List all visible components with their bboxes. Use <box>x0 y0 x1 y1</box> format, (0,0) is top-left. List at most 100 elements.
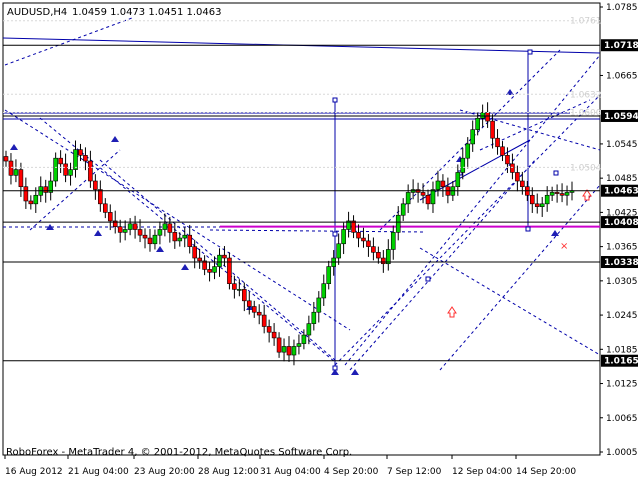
candle-bear <box>529 194 535 205</box>
y-tick-label: 1.0065 <box>606 414 638 424</box>
candle-bull <box>400 203 406 216</box>
candle-bear <box>376 252 381 259</box>
y-tick-label: 1.0365 <box>606 243 638 253</box>
candle-bear <box>559 193 565 196</box>
candle-bear <box>107 212 113 222</box>
candle-bear <box>43 186 49 193</box>
candle-bear <box>167 223 173 233</box>
candle-bear <box>98 189 103 205</box>
candle-bull <box>326 266 332 284</box>
candle-bull <box>127 223 133 230</box>
anchor-marker <box>332 97 338 103</box>
candle-bear <box>356 232 361 239</box>
candle-bull <box>73 149 78 170</box>
candle-bear <box>361 237 366 242</box>
faded-level-label: 1.0600 <box>570 109 602 119</box>
candle-bear <box>18 169 24 188</box>
candle-bull <box>157 229 163 236</box>
candle-bull <box>13 169 19 176</box>
candle-bear <box>420 192 426 196</box>
anchor-marker <box>525 226 531 232</box>
anchor-marker <box>332 231 338 237</box>
candle-bull <box>480 112 485 119</box>
candle-bull <box>53 157 58 182</box>
y-tick-label: 1.0305 <box>606 277 638 287</box>
candle-bear <box>63 163 68 176</box>
candle-bear <box>172 232 178 242</box>
level-label: 1.0718 <box>604 41 639 51</box>
candle-bull <box>405 192 411 205</box>
candle-bear <box>88 160 93 182</box>
x-tick-label: 31 Aug 04:00 <box>260 467 321 477</box>
faded-level-label: 1.0504 <box>570 163 602 173</box>
candle-bear <box>78 149 83 156</box>
y-tick-label: 1.0005 <box>606 448 638 458</box>
candle-bull <box>152 234 158 245</box>
candle-bear <box>137 229 143 236</box>
candle-bear <box>515 172 520 182</box>
candle-bull <box>296 343 302 347</box>
candle-bear <box>505 155 510 165</box>
candle-bear <box>232 283 237 290</box>
candle-bull <box>301 334 307 344</box>
x-tick-label: 12 Sep 04:00 <box>452 467 512 477</box>
anchor-marker <box>553 170 559 176</box>
candle-bull <box>177 237 183 242</box>
candle-bear <box>251 306 257 313</box>
x-tick-label: 28 Aug 12:00 <box>198 467 259 477</box>
candle-bull <box>455 172 461 188</box>
candle-bear <box>495 137 500 148</box>
level-label: 1.0165 <box>604 357 639 367</box>
candle-bull <box>281 346 287 353</box>
candle-bull <box>33 194 39 205</box>
candle-bull <box>430 189 436 205</box>
candle-bull <box>465 143 471 159</box>
candle-bull <box>390 232 396 250</box>
candle-bull <box>539 203 545 207</box>
candle-bear <box>271 331 277 339</box>
candle-bull <box>564 192 570 196</box>
candle-bear <box>242 289 247 302</box>
candle-bear <box>381 257 386 265</box>
x-tick-label: 4 Sep 20:00 <box>324 467 379 477</box>
x-axis: 16 Aug 2012 21 Aug 04:00 23 Aug 20:00 28 Au… <box>4 455 576 477</box>
candle-bear <box>534 203 540 207</box>
candle-bear <box>93 180 98 190</box>
candle-bull <box>182 234 188 239</box>
candle-bear <box>286 346 292 356</box>
candle-bear <box>351 220 356 233</box>
level-label: 1.0594 <box>604 112 639 122</box>
chart-header-symbol: AUDUSD,H4 <box>7 7 67 18</box>
candle-bear <box>371 246 376 253</box>
candle-bull <box>122 229 128 233</box>
candle-bear <box>28 200 34 205</box>
candle-bear <box>187 234 193 247</box>
anchor-marker <box>425 276 431 282</box>
candle-bear <box>58 157 63 165</box>
candle-bull <box>549 192 555 196</box>
candle-bull <box>336 243 341 259</box>
candle-bear <box>197 257 202 262</box>
y-tick-label: 1.0485 <box>606 174 638 184</box>
candle-bear <box>83 155 88 162</box>
candle-bear <box>102 203 108 213</box>
candle-bear <box>256 311 262 316</box>
chart-root: AUDUSD,H4 1.0459 1.0473 1.0451 1.0463 Ro… <box>0 0 640 480</box>
level-label: 1.0408 <box>604 218 639 228</box>
candle-bear <box>261 314 267 327</box>
faded-level-label: 1.0632 <box>570 90 602 100</box>
candle-bull <box>544 194 550 205</box>
candle-bull <box>435 180 441 190</box>
candle-bear <box>276 337 282 353</box>
candle-bull <box>68 169 73 176</box>
chart-header-ohlc: 1.0459 1.0473 1.0451 1.0463 <box>72 7 222 18</box>
candle-bull <box>237 289 242 291</box>
faded-level-label: 1.0761 <box>570 17 602 27</box>
candle-bear <box>440 180 446 188</box>
candle-bull <box>291 346 297 356</box>
y-tick-label: 1.0425 <box>606 208 638 218</box>
x-tick-label: 14 Sep 20:00 <box>516 467 576 477</box>
candle-bear <box>425 194 431 205</box>
candle-bear <box>23 186 29 202</box>
x-tick-label: 21 Aug 04:00 <box>68 467 129 477</box>
